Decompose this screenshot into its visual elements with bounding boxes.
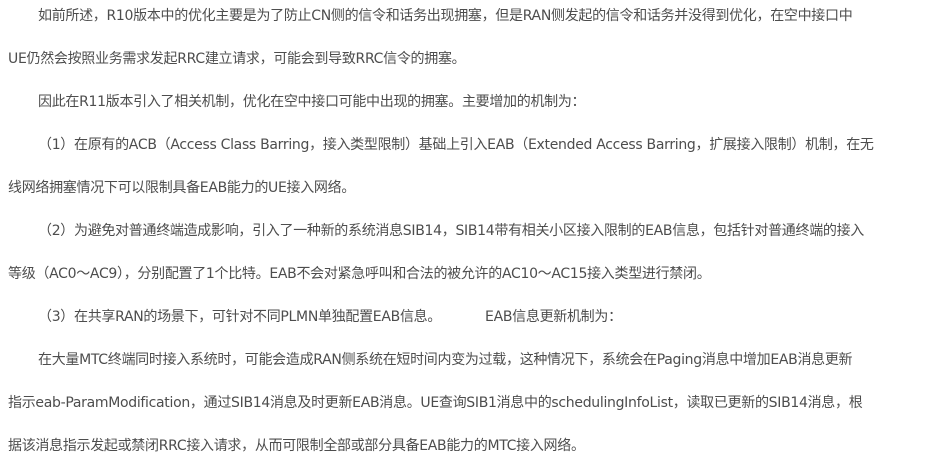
paragraph-item-1-line-1: （1）在原有的ACB（Access Class Barring，接入类型限制）基… bbox=[38, 137, 874, 153]
paragraph-r11-mechanism: 因此在R11版本引入了相关机制，优化在空中接口可能中出现的拥塞。主要增加的机制为… bbox=[8, 81, 938, 124]
paragraph-eab-update-line-3: 据该消息指示发起或禁闭RRC接入请求，从而可限制全部或部分具备EAB能力的MTC… bbox=[8, 438, 585, 454]
paragraph-item-1: （1）在原有的ACB（Access Class Barring，接入类型限制）基… bbox=[8, 124, 938, 210]
paragraph-item-2-line-2: 等级（AC0～AC9），分别配置了1个比特。EAB不会对紧急呼叫和合法的被允许的… bbox=[8, 266, 711, 282]
paragraph-item-1-line-2: 线网络拥塞情况下可以限制具备EAB能力的UE接入网络。 bbox=[8, 180, 356, 196]
paragraph-item-3-line-1: （3）在共享RAN的场景下，可针对不同PLMN单独配置EAB信息。 EAB信息更新… bbox=[8, 296, 938, 339]
paragraph-eab-update-line-2: 指示eab-ParamModification，通过SIB14消息及时更新EAB… bbox=[8, 395, 863, 411]
paragraph-item-2: （2）为避免对普通终端造成影响，引入了一种新的系统消息SIB14，SIB14带有… bbox=[8, 210, 938, 296]
article-body: 如前所述，R10版本中的优化主要是为了防止CN侧的信令和话务出现拥塞，但是RAN… bbox=[8, 0, 938, 468]
paragraph-item-3-text: （3）在共享RAN的场景下，可针对不同PLMN单独配置EAB信息。 bbox=[38, 309, 442, 325]
eab-update-heading: EAB信息更新机制为： bbox=[485, 309, 622, 325]
paragraph-intro-line-2: UE仍然会按照业务需求发起RRC建立请求，可能会到导致RRC信令的拥塞。 bbox=[8, 51, 466, 67]
paragraph-eab-update-line-1: 在大量MTC终端同时接入系统时，可能会造成RAN侧系统在短时间内变为过载，这种情… bbox=[38, 352, 853, 368]
paragraph-r11-line-1: 因此在R11版本引入了相关机制，优化在空中接口可能中出现的拥塞。主要增加的机制为… bbox=[38, 94, 586, 110]
paragraph-item-3: （3）在共享RAN的场景下，可针对不同PLMN单独配置EAB信息。 EAB信息更新… bbox=[8, 296, 938, 339]
paragraph-eab-update: 在大量MTC终端同时接入系统时，可能会造成RAN侧系统在短时间内变为过载，这种情… bbox=[8, 339, 938, 468]
paragraph-intro: 如前所述，R10版本中的优化主要是为了防止CN侧的信令和话务出现拥塞，但是RAN… bbox=[8, 0, 938, 81]
paragraph-item-2-line-1: （2）为避免对普通终端造成影响，引入了一种新的系统消息SIB14，SIB14带有… bbox=[38, 223, 865, 239]
paragraph-intro-line-1: 如前所述，R10版本中的优化主要是为了防止CN侧的信令和话务出现拥塞，但是RAN… bbox=[38, 8, 853, 24]
